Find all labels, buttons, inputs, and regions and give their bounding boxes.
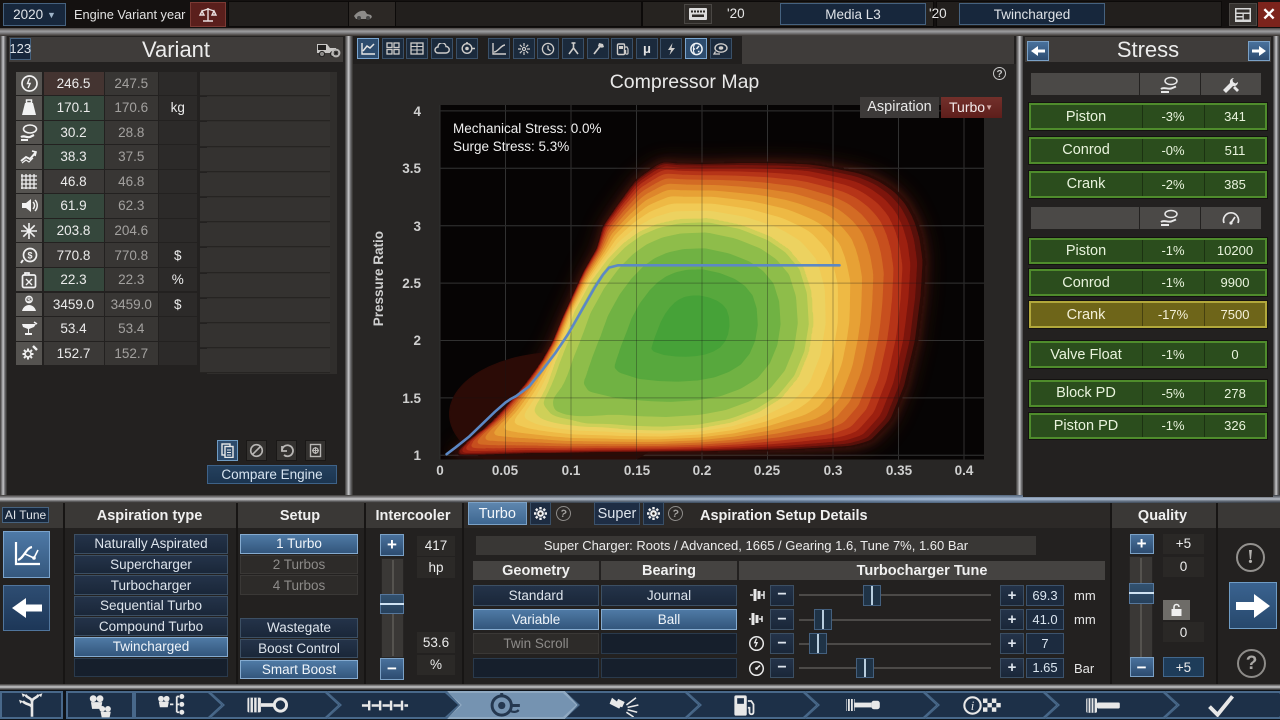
svg-text:μ: μ (643, 42, 651, 56)
svg-text:$: $ (27, 297, 31, 304)
svg-text:i: i (971, 699, 975, 713)
svg-text:$: $ (27, 250, 32, 260)
